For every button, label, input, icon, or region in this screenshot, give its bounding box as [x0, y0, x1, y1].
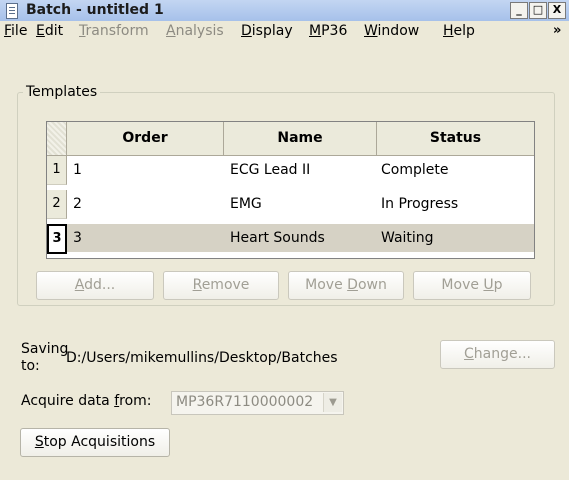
- table-row[interactable]: 2 EMG In Progress: [67, 190, 534, 218]
- cell-name: EMG: [230, 196, 262, 212]
- row-header-1[interactable]: 1: [47, 156, 67, 185]
- menu-display[interactable]: Display: [241, 23, 293, 39]
- templates-group-label: Templates: [23, 84, 101, 100]
- cell-order: 1: [73, 162, 82, 178]
- window-title: Batch - untitled 1: [26, 2, 164, 18]
- templates-table[interactable]: Order Name Status 1 1 ECG Lead II Comple…: [46, 121, 535, 259]
- cell-status: In Progress: [381, 196, 459, 212]
- column-header-name[interactable]: Name: [224, 122, 377, 156]
- menu-transform[interactable]: Transform: [79, 23, 149, 39]
- app-icon: [6, 3, 18, 19]
- move-down-button[interactable]: Move Down: [288, 271, 404, 300]
- saving-label-line1: Saving: [21, 341, 69, 357]
- add-button[interactable]: Add...: [36, 271, 154, 300]
- minimize-button[interactable]: _: [510, 2, 528, 19]
- acquire-device-select[interactable]: MP36R7110000002 ▼: [171, 391, 344, 415]
- table-corner[interactable]: [47, 122, 67, 156]
- cell-order: 3: [73, 230, 82, 246]
- batch-window: Batch - untitled 1 _ □ X File Edit Trans…: [0, 0, 569, 480]
- cell-status: Complete: [381, 162, 449, 178]
- cell-order: 2: [73, 196, 82, 212]
- column-header-order[interactable]: Order: [67, 122, 224, 156]
- cell-status: Waiting: [381, 230, 434, 246]
- cell-name: Heart Sounds: [230, 230, 325, 246]
- remove-button[interactable]: Remove: [163, 271, 279, 300]
- table-row-selected[interactable]: 3 Heart Sounds Waiting: [67, 224, 534, 252]
- move-up-button[interactable]: Move Up: [413, 271, 531, 300]
- saving-label-line2: to:: [21, 358, 40, 374]
- stop-acquisitions-button[interactable]: Stop Acquisitions: [20, 428, 170, 457]
- acquire-label: Acquire data from:: [21, 393, 152, 409]
- close-button[interactable]: X: [548, 2, 566, 19]
- menu-overflow-icon[interactable]: »: [553, 23, 561, 38]
- title-bar[interactable]: Batch - untitled 1 _ □ X: [0, 0, 569, 21]
- table-row[interactable]: 1 ECG Lead II Complete: [67, 156, 534, 184]
- maximize-button[interactable]: □: [529, 2, 547, 19]
- row-header-2[interactable]: 2: [47, 190, 67, 219]
- row-header-3[interactable]: 3: [47, 224, 67, 254]
- menu-edit[interactable]: Edit: [36, 23, 63, 39]
- menu-help[interactable]: Help: [443, 23, 475, 39]
- saving-path: D:/Users/mikemullins/Desktop/Batches: [66, 350, 338, 366]
- cell-name: ECG Lead II: [230, 162, 311, 178]
- acquire-device-value: MP36R7110000002: [176, 394, 314, 410]
- chevron-down-icon[interactable]: ▼: [323, 393, 342, 412]
- menu-mp36[interactable]: MP36: [309, 23, 347, 39]
- menu-analysis[interactable]: Analysis: [166, 23, 224, 39]
- column-header-status[interactable]: Status: [377, 122, 534, 156]
- change-button[interactable]: Change...: [440, 340, 555, 369]
- menu-bar: File Edit Transform Analysis Display MP3…: [0, 21, 569, 43]
- menu-window[interactable]: Window: [364, 23, 419, 39]
- menu-file[interactable]: File: [4, 23, 27, 39]
